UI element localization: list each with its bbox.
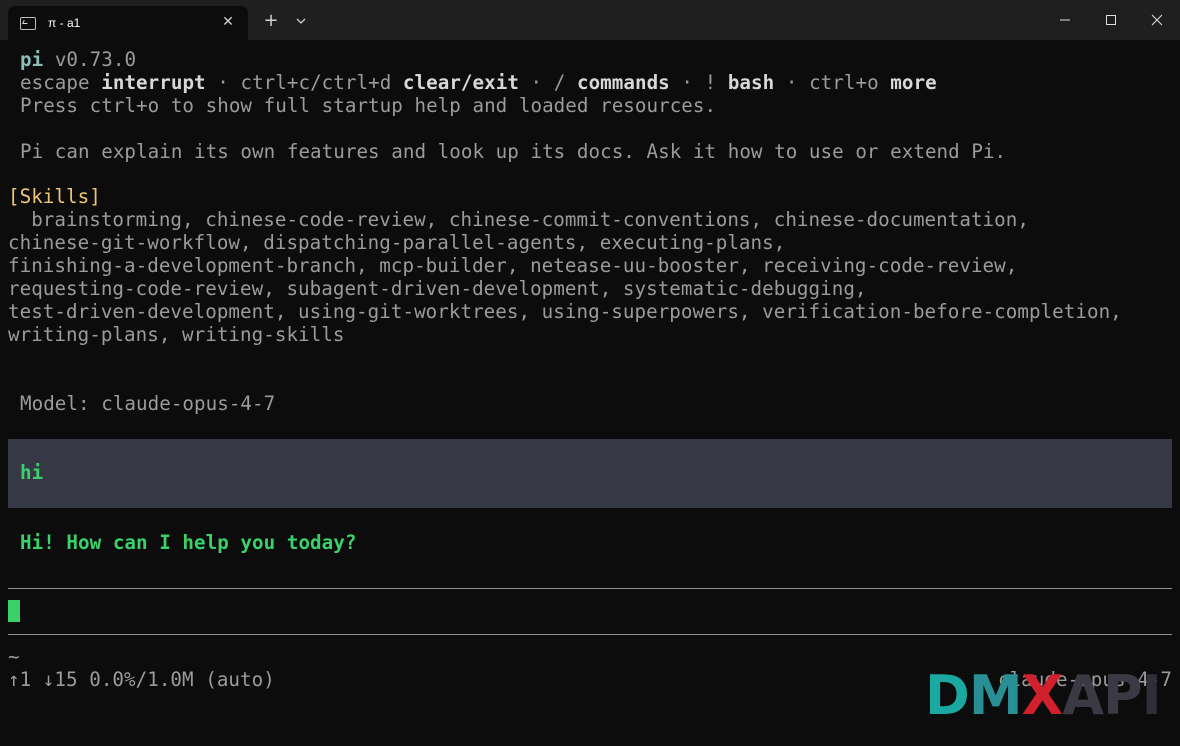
dmxapi-watermark: DMXAPI <box>925 664 1162 727</box>
chevron-down-icon[interactable] <box>293 13 309 29</box>
shortcut-action: more <box>890 71 937 94</box>
shortcut-action: bash <box>727 71 775 94</box>
skills-line: brainstorming, chinese-code-review, chin… <box>8 208 1029 231</box>
terminal-icon <box>20 16 36 30</box>
shortcut-key: ctrl+c/ctrl+d <box>240 71 392 94</box>
title-bar: π - a1 ✕ + <box>0 0 1180 40</box>
input-bottom-divider <box>8 634 1172 635</box>
app-name: pi <box>20 48 44 71</box>
minimize-icon <box>1060 19 1070 21</box>
cwd-indicator: ~ <box>8 645 20 668</box>
terminal-tab[interactable]: π - a1 ✕ <box>8 6 248 40</box>
assistant-message: Hi! How can I help you today? <box>20 531 357 554</box>
shortcut-key: ctrl+o <box>809 71 879 94</box>
input-top-divider <box>8 588 1172 589</box>
separator: · <box>205 71 241 94</box>
tab-title: π - a1 <box>48 16 81 30</box>
maximize-button[interactable] <box>1088 0 1134 40</box>
model-line: Model: claude-opus-4-7 <box>20 392 276 415</box>
help-line: Press ctrl+o to show full startup help a… <box>20 94 717 117</box>
terminal-output[interactable]: pi v0.73.0 escape interrupt · ctrl+c/ctr… <box>0 40 1180 746</box>
shortcut-action: commands <box>576 71 670 94</box>
shortcuts-line: escape interrupt · ctrl+c/ctrl+d clear/e… <box>20 71 937 94</box>
shortcut-key: escape <box>20 71 90 94</box>
watermark-letter: D <box>925 664 970 727</box>
app-version: v0.73.0 <box>54 48 137 71</box>
watermark-letter: A <box>1062 664 1104 727</box>
user-message: hi <box>20 461 44 484</box>
watermark-letter: X <box>1021 664 1064 727</box>
separator: · <box>669 71 705 94</box>
skills-line: writing-plans, writing-skills <box>8 323 345 346</box>
shortcut-key: ! <box>704 71 717 94</box>
tab-close-icon[interactable]: ✕ <box>220 14 236 30</box>
close-icon <box>1151 14 1163 26</box>
shortcut-key: / <box>553 71 566 94</box>
skills-line: finishing-a-development-branch, mcp-buil… <box>8 254 1018 277</box>
separator: · <box>518 71 554 94</box>
separator: · <box>774 71 810 94</box>
shortcut-action: interrupt <box>101 71 206 94</box>
new-tab-button[interactable]: + <box>262 12 280 30</box>
skills-line: requesting-code-review, subagent-driven-… <box>8 277 867 300</box>
minimize-button[interactable] <box>1042 0 1088 40</box>
intro-line: Pi can explain its own features and look… <box>20 140 1007 163</box>
close-button[interactable] <box>1134 0 1180 40</box>
watermark-letter: M <box>968 664 1023 727</box>
watermark-letter: P <box>1103 664 1143 727</box>
skills-line: chinese-git-workflow, dispatching-parall… <box>8 231 786 254</box>
version-line: pi v0.73.0 <box>20 48 136 71</box>
watermark-letter: I <box>1141 664 1162 727</box>
shortcut-action: clear/exit <box>402 71 519 94</box>
user-message-block <box>8 439 1172 508</box>
usage-stats: ↑1 ↓15 0.0%/1.0M (auto) <box>8 668 275 691</box>
skills-line: test-driven-development, using-git-workt… <box>8 300 1122 323</box>
maximize-icon <box>1106 15 1116 25</box>
input-cursor[interactable] <box>8 600 20 622</box>
skills-header: [Skills] <box>8 185 101 208</box>
